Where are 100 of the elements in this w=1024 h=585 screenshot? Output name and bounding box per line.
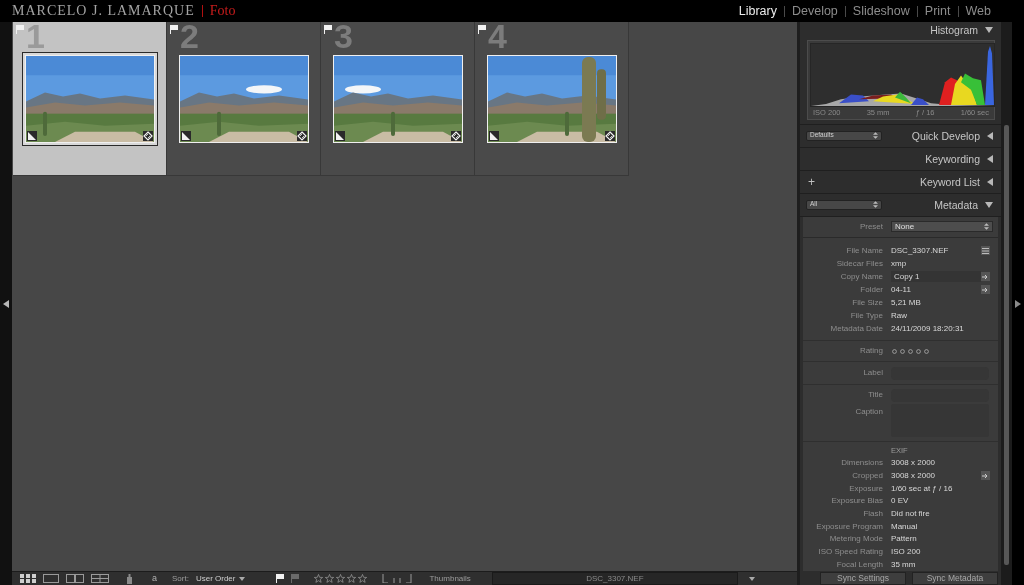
caret-icon — [239, 576, 246, 581]
field-value: 5,21 MB — [891, 298, 921, 307]
field-label: Exposure Program — [815, 522, 884, 531]
survey-view-button[interactable] — [91, 574, 109, 583]
module-tab[interactable]: Develop — [784, 4, 845, 18]
rating-dot-icon[interactable] — [916, 348, 921, 354]
caret-icon[interactable] — [748, 576, 755, 581]
panel-header[interactable]: Keyword List — [919, 175, 993, 188]
brand-title: MARCELO J. LAMARQUE — [12, 3, 195, 19]
corner-triangle-icon — [180, 131, 191, 141]
panel-header[interactable]: Keywording — [925, 152, 993, 165]
sort-dropdown[interactable]: User Order — [195, 574, 246, 583]
field-label: Caption — [854, 405, 884, 416]
field-input[interactable]: Copy 1 — [891, 271, 981, 283]
diamond-icon — [450, 131, 461, 141]
add-button[interactable]: + — [806, 175, 817, 188]
field-label: Focal Length — [835, 560, 884, 569]
field-value: Did not fire — [891, 509, 930, 518]
sort-label: Sort: — [172, 574, 189, 583]
field-value: 35 mm — [891, 560, 916, 569]
flag-icon[interactable] — [276, 574, 285, 583]
corner-triangle-icon — [334, 131, 345, 141]
filter-star-icon[interactable] — [325, 574, 335, 583]
updown-arrows-icon — [984, 223, 989, 231]
module-tab[interactable]: Web — [958, 4, 998, 18]
diamond-icon — [296, 131, 307, 141]
triangle-right-icon[interactable] — [1015, 299, 1021, 308]
field-value: Manual — [891, 522, 918, 531]
field-value: Raw — [891, 311, 907, 320]
field-label: Dimensions — [840, 459, 884, 468]
scrollbar-thumb[interactable] — [1004, 125, 1009, 565]
field-label: File Size — [851, 298, 884, 307]
rating-dot-icon[interactable] — [924, 348, 929, 354]
field-value: 1/60 sec at ƒ / 16 — [891, 484, 953, 493]
field-label: Exposure — [848, 484, 884, 493]
arrow-icon[interactable] — [981, 471, 990, 481]
preset-dropdown[interactable]: None — [891, 221, 993, 233]
field-label: Metadata Date — [829, 324, 884, 333]
field-label: Label — [862, 369, 884, 378]
field-value: 0 EV — [891, 497, 909, 506]
rating-dot-icon[interactable] — [892, 348, 897, 354]
panel-header[interactable]: Quick Develop — [911, 129, 993, 142]
field-label: Copy Name — [839, 272, 884, 281]
rating-dot-icon[interactable] — [908, 348, 913, 354]
triangle-left-icon[interactable] — [3, 299, 9, 308]
field-label: Cropped — [851, 471, 884, 480]
field-value: 3008 x 2000 — [891, 459, 936, 468]
loupe-view-button[interactable] — [43, 574, 59, 583]
filter-star-icon[interactable] — [358, 574, 368, 583]
field-label: Metering Mode — [828, 535, 884, 544]
rating-filter[interactable] — [314, 574, 368, 583]
diamond-icon — [604, 131, 615, 141]
filter-star-icon[interactable] — [347, 574, 357, 583]
arrow-icon[interactable] — [981, 285, 990, 295]
grid-view-button[interactable] — [20, 574, 36, 583]
field-label: File Name — [845, 246, 884, 255]
panel-header[interactable]: Metadata — [934, 198, 993, 211]
field-value: xmp — [891, 259, 907, 268]
photo-thumbnail[interactable] — [178, 55, 309, 143]
field-label: Folder — [859, 285, 884, 294]
flag-icon[interactable] — [170, 25, 178, 34]
field-label: Rating — [858, 347, 884, 356]
field-label: File Type — [849, 311, 884, 320]
filter-star-icon[interactable] — [336, 574, 346, 583]
flag-icon[interactable] — [478, 25, 486, 34]
sort-order-toggle[interactable]: a — [150, 574, 159, 583]
field-value: 24/11/2009 18:20:31 — [891, 324, 964, 333]
module-tab[interactable]: Print — [917, 4, 958, 18]
sync-button[interactable]: Sync Settings — [820, 572, 906, 585]
field-value: DSC_3307.NEF — [891, 246, 949, 255]
rating-dot-icon[interactable] — [900, 348, 905, 354]
photo-thumbnail[interactable] — [332, 55, 463, 143]
panel-header[interactable]: Histogram — [930, 24, 993, 36]
corner-triangle-icon — [488, 131, 499, 141]
filter-star-icon[interactable] — [314, 574, 324, 583]
field-label: Flash — [862, 509, 884, 518]
module-tab[interactable]: Library — [731, 4, 784, 18]
flag-icon[interactable] — [324, 25, 332, 34]
compare-view-button[interactable] — [66, 574, 84, 583]
menu-lines-icon[interactable] — [981, 246, 990, 256]
field-label: Exposure Bias — [830, 497, 884, 506]
thumbnails-label: Thumbnails — [429, 574, 471, 583]
field-label: Preset — [858, 222, 884, 231]
arrow-icon[interactable] — [981, 272, 990, 282]
field-value: Pattern — [891, 535, 917, 544]
corner-triangle-icon — [26, 131, 37, 141]
brand-suffix: Foto — [209, 3, 236, 19]
field-label: Title — [867, 391, 884, 400]
field-value: 3008 x 2000 — [891, 471, 936, 480]
sync-button[interactable]: Sync Metadata — [912, 572, 998, 585]
rating-control[interactable] — [891, 347, 929, 356]
field-label: ISO Speed Rating — [817, 548, 884, 556]
filename-display: DSC_3307.NEF — [491, 572, 738, 585]
diamond-icon — [142, 131, 153, 141]
module-tab[interactable]: Slideshow — [845, 4, 917, 18]
photo-thumbnail[interactable] — [486, 55, 617, 143]
field-label: Sidecar Files — [835, 259, 884, 268]
bracket-icon[interactable] — [382, 574, 413, 583]
spray-can-icon[interactable] — [126, 573, 133, 584]
updown-arrows-icon — [873, 132, 878, 139]
